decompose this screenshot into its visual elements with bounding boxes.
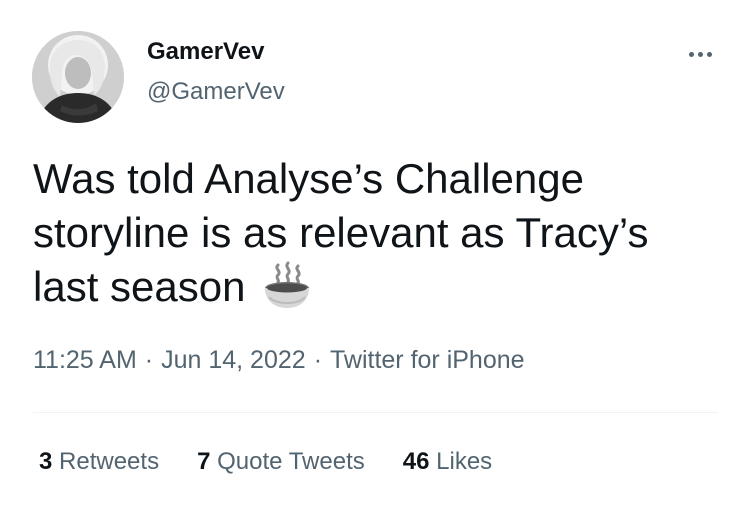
hot-beverage-icon [261,261,313,311]
likes-stat[interactable]: 46 Likes [403,448,492,476]
divider [33,412,718,413]
more-options-button[interactable] [680,40,720,68]
likes-count: 46 [402,448,430,475]
retweets-count: 3 [39,448,53,475]
meta-separator: · [144,346,154,374]
likes-label: Likes [436,448,493,475]
tweet-meta: 11:25 AM · Jun 14, 2022 · Twitter for iPhone [33,346,525,375]
tweet-date[interactable]: Jun 14, 2022 [161,346,306,374]
quote-tweets-count: 7 [197,448,211,475]
tweet-text: Was told Analyse’s Challenge storyline i… [33,155,649,310]
avatar[interactable] [32,31,124,123]
tweet-card: GamerVev @GamerVev Was told Analyse’s Ch… [0,0,750,509]
more-dot-icon [697,51,703,57]
more-dot-icon [706,51,712,57]
display-name[interactable]: GamerVev [147,38,264,66]
profile-photo-icon [32,31,124,123]
tweet-stats: 3 Retweets 7 Quote Tweets 46 Likes [39,448,492,476]
meta-separator: · [313,346,323,374]
user-handle[interactable]: @GamerVev [147,78,285,106]
retweets-label: Retweets [59,448,160,475]
quote-tweets-label: Quote Tweets [217,448,365,475]
quote-tweets-stat[interactable]: 7 Quote Tweets [197,448,365,476]
retweets-stat[interactable]: 3 Retweets [39,448,159,476]
tweet-source[interactable]: Twitter for iPhone [330,346,525,374]
more-dot-icon [688,51,694,57]
tweet-time[interactable]: 11:25 AM [33,346,137,374]
tweet-text-block: Was told Analyse’s Challenge storyline i… [33,152,723,314]
